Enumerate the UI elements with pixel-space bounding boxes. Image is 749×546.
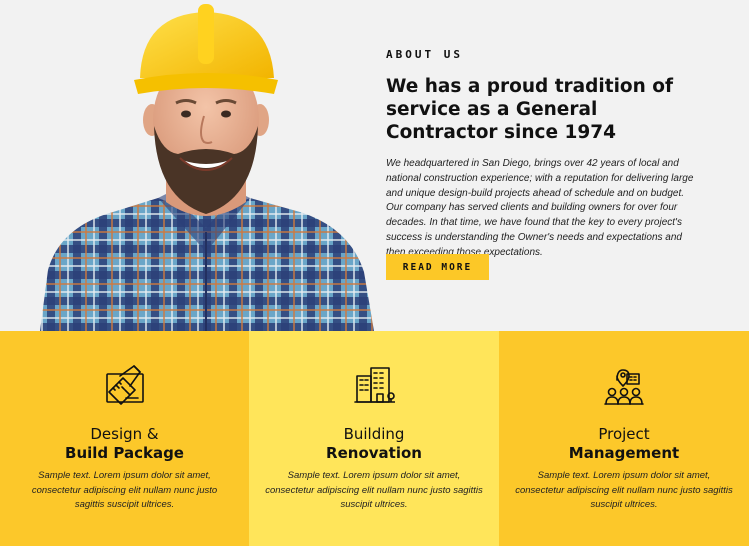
feature-title-line2: Renovation [326, 444, 422, 462]
hero-section: ABOUT US We has a proud tradition of ser… [0, 0, 749, 331]
feature-card-design-build: Design & Build Package Sample text. Lore… [0, 331, 249, 546]
feature-title-line1: Design & [90, 425, 159, 443]
feature-description: Sample text. Lorem ipsum dolor sit amet,… [515, 470, 733, 511]
about-body-text: We headquartered in San Diego, brings ov… [386, 158, 694, 258]
read-more-button[interactable]: READ MORE [386, 254, 489, 280]
construction-worker-image [40, 4, 374, 331]
feature-card-project-management: Project Management Sample text. Lorem ip… [499, 331, 749, 546]
feature-title-line1: Project [598, 425, 650, 443]
about-headline: We has a proud tradition of service as a… [386, 76, 673, 143]
ruler-pencil-icon [105, 365, 144, 405]
feature-card-building-renovation: Building Renovation Sample text. Lorem i… [249, 331, 499, 546]
feature-title-line2: Management [568, 444, 680, 462]
feature-description: Sample text. Lorem ipsum dolor sit amet,… [265, 470, 483, 511]
feature-title-line2: Build Package [65, 444, 184, 462]
feature-title-line1: Building [343, 425, 405, 443]
feature-description: Sample text. Lorem ipsum dolor sit amet,… [31, 470, 218, 511]
team-location-icon [604, 369, 644, 405]
buildings-icon [354, 367, 395, 403]
section-eyebrow: ABOUT US [386, 48, 463, 61]
about-block: ABOUT US We has a proud tradition of ser… [386, 48, 726, 261]
features-section: Design & Build Package Sample text. Lore… [0, 331, 749, 546]
